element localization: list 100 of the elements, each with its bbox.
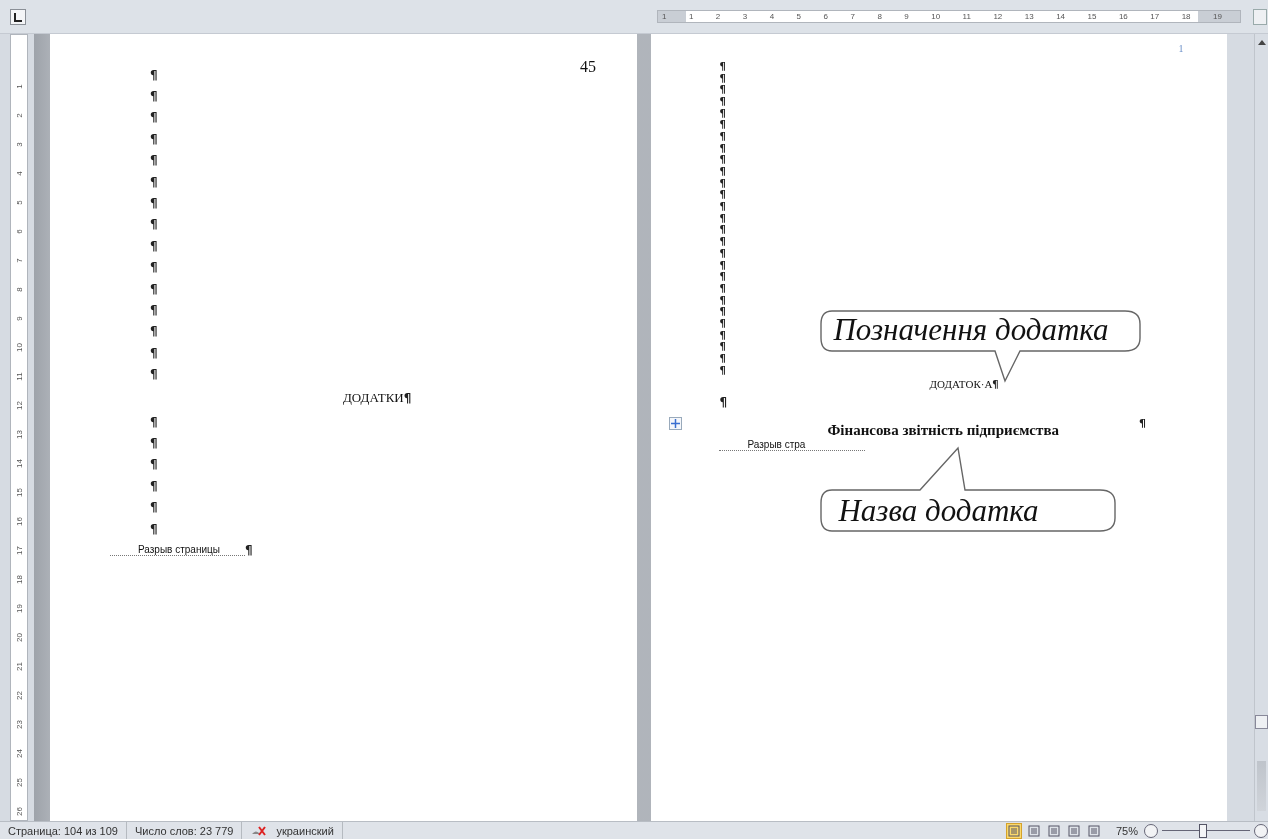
paragraph-mark: ¶ (150, 110, 158, 125)
paragraph-mark: ¶ (719, 213, 726, 224)
ruler-number: 20 (14, 632, 24, 642)
paragraph-mark: ¶ (719, 237, 726, 248)
paragraph-mark: ¶ (1139, 417, 1146, 431)
ruler-number: 22 (14, 690, 24, 700)
ruler-number: 12 (993, 11, 1003, 22)
ruler-number: 1 (662, 11, 667, 22)
paragraph-mark: ¶ (719, 120, 726, 131)
ruler-number: 10 (14, 342, 24, 352)
table-move-handle[interactable] (669, 417, 683, 431)
paragraph-mark: ¶ (719, 272, 726, 283)
ruler-number: 21 (14, 661, 24, 671)
ruler-number: 8 (877, 11, 882, 22)
view-button[interactable] (1005, 822, 1022, 839)
paragraph-mark: ¶ (150, 217, 158, 232)
paragraph-mark: ¶ (150, 281, 158, 296)
scroll-up-button[interactable] (1257, 40, 1266, 45)
slider-thumb[interactable] (1198, 823, 1207, 838)
page-number: 1 (1178, 43, 1184, 54)
heading-text: ДОДАТКИ (343, 389, 404, 406)
ruler-number: 6 (823, 11, 828, 22)
ruler-number: 15 (14, 487, 24, 497)
ruler-number: 24 (14, 748, 24, 758)
zoom-in-button[interactable] (1254, 823, 1268, 838)
paragraph-mark: ¶ (150, 131, 158, 146)
language-status[interactable]: украинский (276, 824, 334, 837)
ruler-number: 1 (14, 83, 24, 89)
paragraph-mark: ¶ (150, 89, 158, 104)
paragraph-mark: ¶ (719, 394, 728, 409)
ruler-number: 3 (742, 11, 748, 22)
ruler-number: 13 (14, 429, 24, 439)
view-ruler-button[interactable] (1253, 8, 1267, 25)
ruler-number: 4 (769, 11, 775, 22)
paragraph-mark: ¶ (719, 225, 726, 236)
paragraph-mark: ¶ (719, 61, 726, 72)
page-break-marker: Разрыв страницы (110, 544, 245, 557)
ruler-number: 7 (850, 11, 855, 22)
paragraph-mark: ¶ (719, 96, 726, 107)
vertical-scrollbar[interactable] (1254, 34, 1268, 821)
ruler-number: 5 (796, 11, 802, 22)
paragraph-mark: ¶ (719, 143, 726, 154)
ruler-number: 12 (14, 400, 24, 410)
ruler-number: 5 (14, 199, 24, 205)
paragraph-mark: ¶ (150, 174, 158, 189)
ruler-number: 17 (1150, 11, 1160, 22)
ruler-number: 23 (14, 719, 24, 729)
ruler-number: 15 (1087, 11, 1097, 22)
ruler-number: 16 (1118, 11, 1128, 22)
horizontal-ruler[interactable]: 1 1 2 3 4 5 6 7 8 9 10 11 12 13 14 15 16 17 18 19 (657, 10, 1241, 23)
paragraph-mark: ¶ (719, 354, 726, 365)
paragraph-mark: ¶ (719, 73, 726, 84)
paragraph-mark: ¶ (150, 457, 158, 472)
ruler-number: 19 (14, 603, 24, 613)
ruler-number: 9 (904, 11, 909, 22)
ruler-number: 14 (1056, 11, 1066, 22)
page-break-marker: Разрыв стра (719, 438, 866, 451)
paragraph-mark: ¶ (719, 108, 726, 119)
ruler-number: 26 (14, 806, 24, 816)
paragraph-mark: ¶ (150, 303, 158, 317)
zoom-out-button[interactable] (1144, 823, 1158, 838)
paragraph-mark: ¶ (992, 378, 999, 390)
view-button[interactable] (1065, 822, 1082, 839)
paragraph-mark: ¶ (719, 85, 726, 96)
paragraph-mark: ¶ (150, 500, 158, 515)
paragraph-mark: ¶ (719, 131, 726, 142)
ruler-number: 3 (14, 141, 24, 147)
view-button[interactable] (1025, 822, 1042, 839)
ruler-number: 11 (962, 11, 971, 22)
paragraph-mark: ¶ (150, 238, 158, 253)
scroll-thumb[interactable] (1255, 715, 1268, 729)
paragraph-mark: ¶ (150, 367, 158, 382)
paragraph-mark: ¶ (719, 178, 726, 189)
page-count-status[interactable]: Страница: 104 из 109 (0, 822, 127, 839)
callout-text: Позначення додатка (833, 312, 1109, 348)
paragraph-mark: ¶ (150, 345, 158, 360)
word-count-status[interactable]: Число слов: 23 779 (127, 822, 243, 839)
ruler-number: 11 (14, 371, 24, 381)
view-button[interactable] (1045, 822, 1062, 839)
ruler-number: 2 (715, 11, 721, 22)
ruler-number: 18 (14, 574, 24, 584)
ruler-number: 2 (14, 112, 24, 118)
ruler-number: 17 (14, 545, 24, 555)
ruler-number: 8 (14, 286, 24, 292)
ruler-number: 1 (688, 11, 694, 22)
paragraph-mark: ¶ (719, 248, 726, 259)
paragraph-mark: ¶ (150, 435, 158, 450)
paragraph-mark: ¶ (150, 414, 158, 429)
paragraph-mark: ¶ (719, 295, 726, 306)
zoom-level[interactable]: 75% (1115, 824, 1138, 837)
paragraph-mark: ¶ (719, 283, 726, 294)
ruler-number: 7 (14, 257, 24, 263)
paragraph-mark: ¶ (719, 365, 726, 376)
paragraph-mark: ¶ (719, 260, 726, 271)
paragraph-mark: ¶ (150, 196, 158, 211)
heading-text: ДОДАТОК·А (929, 378, 993, 391)
paragraph-mark: ¶ (150, 324, 158, 339)
paragraph-mark: ¶ (150, 478, 158, 493)
view-button[interactable] (1085, 822, 1102, 839)
paragraph-mark: ¶ (719, 167, 726, 178)
